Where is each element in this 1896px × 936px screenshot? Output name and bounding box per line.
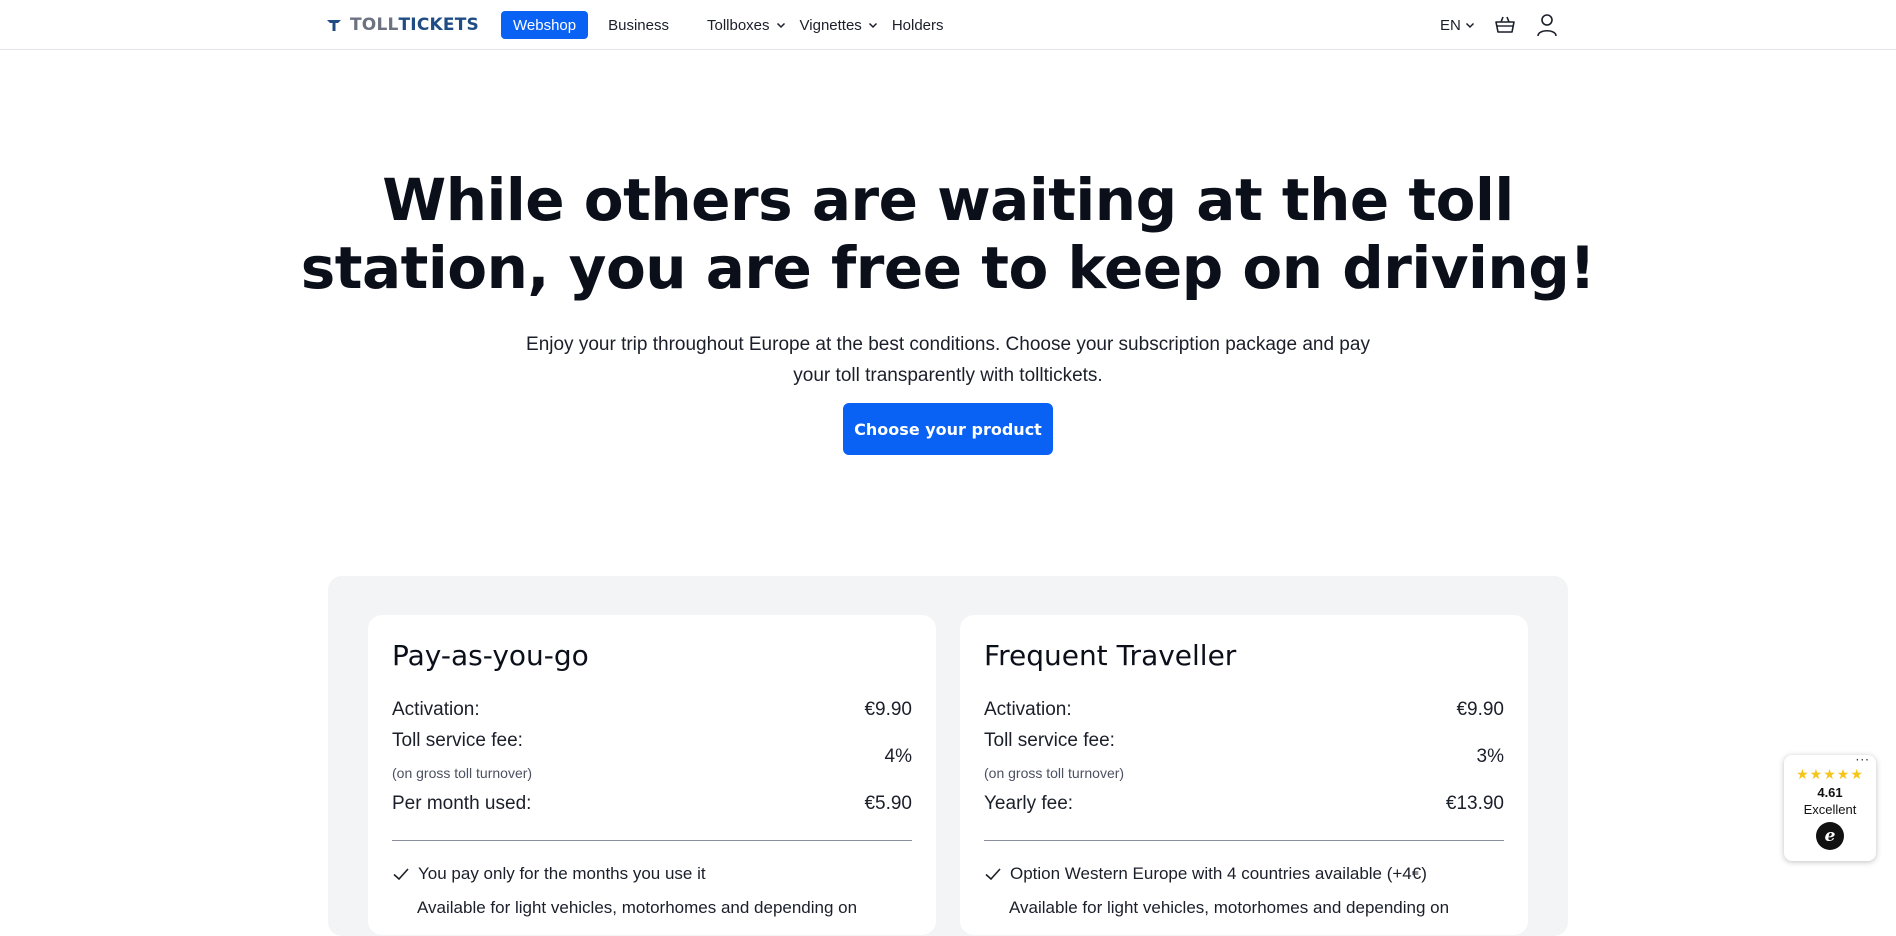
row-label: Activation:: [392, 699, 480, 720]
nav-webshop[interactable]: Webshop: [501, 11, 589, 39]
row-note: (on gross toll turnover): [984, 765, 1125, 781]
row-label: Per month used:: [392, 793, 532, 814]
plan-card-pay-as-you-go: Pay-as-you-go Activation: €9.90 Toll ser…: [368, 615, 936, 935]
plan-title: Pay-as-you-go: [392, 639, 589, 672]
row-label: Activation:: [984, 699, 1072, 720]
feature-item: You pay only for the months you use it: [392, 864, 922, 884]
top-navigation-bar: TOLL TICKETS Webshop Business Tollboxes V…: [0, 0, 1896, 50]
feature-text: Option Western Europe with 4 countries a…: [1010, 864, 1427, 883]
row-value: €9.90: [864, 699, 912, 720]
rating-score: 4.61: [1817, 785, 1843, 800]
language-selector[interactable]: EN: [1440, 17, 1475, 34]
rating-stars-icon: ★★★★★: [1796, 767, 1864, 783]
nav-vignettes[interactable]: Vignettes: [798, 11, 890, 39]
row-label: Yearly fee:: [984, 793, 1074, 814]
divider: [392, 840, 912, 841]
more-options-icon[interactable]: ···: [1856, 753, 1870, 767]
feature-text: Available for light vehicles, motorhomes…: [417, 898, 858, 917]
feature-item: Option Western Europe with 4 countries a…: [984, 864, 1514, 884]
header-actions: EN: [1440, 11, 1559, 39]
row-note: (on gross toll turnover): [392, 765, 533, 781]
chevron-down-icon: [776, 22, 785, 29]
nav-holders[interactable]: Holders: [890, 11, 956, 39]
hero-title-line-1: While others are waiting at the toll: [382, 166, 1514, 234]
feature-text: You pay only for the months you use it: [418, 864, 706, 883]
row-label: Toll service fee:: [392, 730, 523, 751]
chevron-down-icon: [868, 22, 877, 29]
chevron-down-icon: [1465, 22, 1474, 29]
nav-business[interactable]: Business: [596, 11, 681, 39]
nav-tollboxes[interactable]: Tollboxes: [695, 11, 798, 39]
hero-subtitle: Enjoy your trip throughout Europe at the…: [490, 329, 1406, 391]
nav-vignettes-label: Vignettes: [799, 16, 862, 34]
trusted-shops-rating-badge[interactable]: ··· ★★★★★ 4.61 Excellent e: [1784, 753, 1876, 861]
language-label: EN: [1440, 16, 1461, 34]
hero-title: While others are waiting at the toll sta…: [300, 166, 1596, 302]
choose-product-button[interactable]: Choose your product: [843, 403, 1053, 455]
plan-card-frequent-traveller: Frequent Traveller Activation: €9.90 Tol…: [960, 615, 1528, 935]
tolltickets-logo[interactable]: TOLL TICKETS: [326, 14, 479, 36]
check-icon: [393, 868, 409, 881]
plan-title: Frequent Traveller: [984, 639, 1237, 672]
row-value: €5.90: [864, 793, 912, 814]
check-icon: [985, 868, 1001, 881]
hero-subtitle-line-2: your toll transparently with tolltickets…: [793, 365, 1103, 386]
logo-mark-icon: [327, 20, 341, 31]
logo-text-toll: TOLL: [350, 15, 399, 35]
hero-title-line-2: station, you are free to keep on driving…: [300, 234, 1596, 302]
row-value: 3%: [1476, 746, 1504, 767]
logo-text-tickets: TICKETS: [398, 15, 479, 35]
row-value: 4%: [884, 746, 912, 767]
row-value: €9.90: [1456, 699, 1504, 720]
row-value: €13.90: [1445, 793, 1504, 814]
row-label: Toll service fee:: [984, 730, 1115, 751]
divider: [984, 840, 1504, 841]
user-icon[interactable]: [1535, 13, 1559, 37]
cart-icon[interactable]: [1493, 13, 1517, 37]
main-nav: Webshop Business Tollboxes Vignettes Hol…: [501, 11, 956, 39]
feature-text: Available for light vehicles, motorhomes…: [1009, 898, 1450, 917]
nav-tollboxes-label: Tollboxes: [706, 16, 770, 34]
hero-subtitle-line-1: Enjoy your trip throughout Europe at the…: [526, 334, 1370, 355]
rating-label: Excellent: [1803, 802, 1857, 817]
trusted-shops-seal-icon: e: [1816, 822, 1844, 850]
